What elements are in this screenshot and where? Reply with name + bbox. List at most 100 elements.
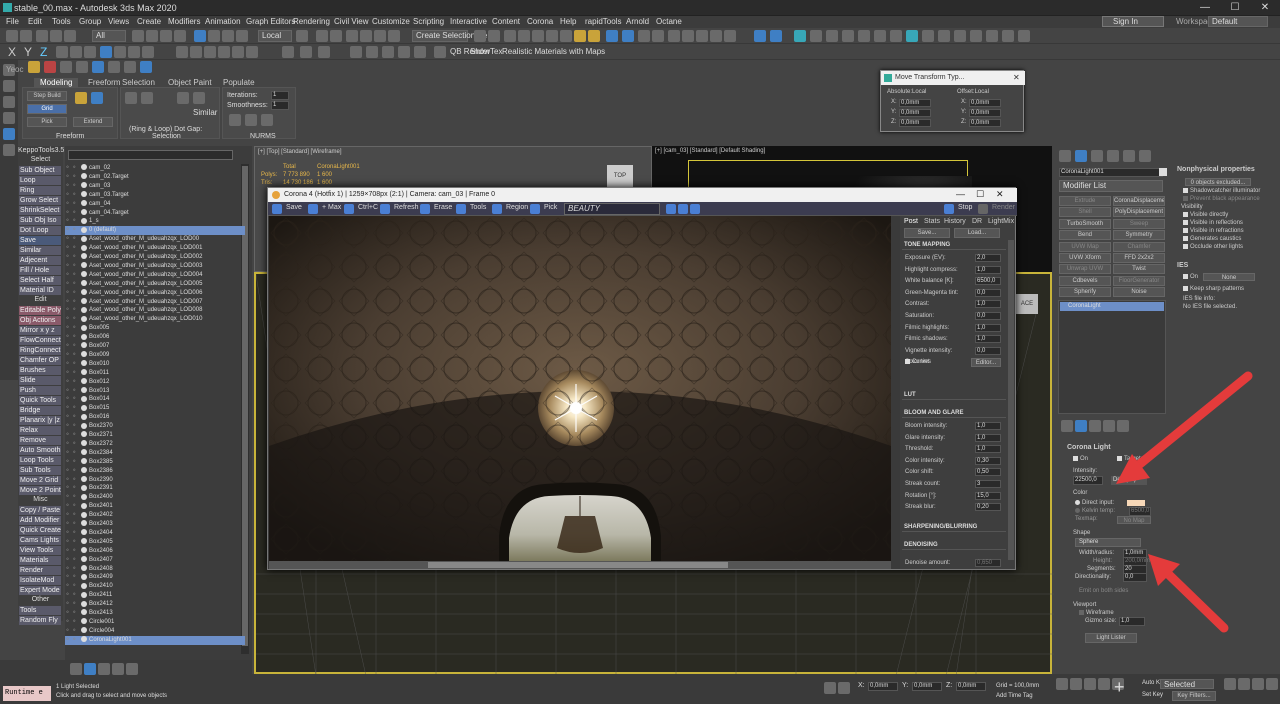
tone-value-field[interactable]: 0,0 bbox=[975, 288, 1001, 297]
menu-civil-view[interactable]: Civil View bbox=[334, 17, 369, 26]
post-tab-dr[interactable]: DR bbox=[972, 218, 982, 225]
corona-converter-icon[interactable] bbox=[710, 30, 722, 42]
menu-arnold[interactable]: Arnold bbox=[626, 17, 649, 26]
scene-row[interactable]: ⚬ ⚬ Box009 bbox=[65, 351, 245, 360]
scene-row[interactable]: ⚬ ⚬ 0 (default) bbox=[65, 226, 245, 236]
toggle-layer-explorer-icon[interactable] bbox=[518, 30, 530, 42]
vfb-pick-icon[interactable] bbox=[530, 204, 540, 214]
x-coord-field[interactable]: 0,0mm bbox=[868, 682, 898, 691]
stop-icon[interactable] bbox=[944, 204, 954, 214]
step-build-button[interactable]: Step Build bbox=[27, 91, 67, 101]
quad-item[interactable]: Dot Loop bbox=[19, 226, 61, 235]
ribbon-tool-1[interactable] bbox=[28, 61, 40, 73]
modifier-button[interactable]: Unwrap UVW bbox=[1059, 264, 1111, 275]
corona-decal-icon[interactable] bbox=[842, 30, 854, 42]
tone-value-field[interactable]: 0,0 bbox=[975, 346, 1001, 355]
viewcube[interactable]: TOP bbox=[607, 165, 633, 187]
xy-plane-icon[interactable] bbox=[56, 46, 68, 58]
visibility-checkbox[interactable]: Generates caustics bbox=[1183, 236, 1241, 242]
menu-graph-editors[interactable]: Graph Editors bbox=[246, 17, 295, 26]
render-iterative-icon[interactable] bbox=[652, 30, 664, 42]
quad-item[interactable]: ShrinkSelect bbox=[19, 206, 61, 215]
object-color-swatch[interactable] bbox=[1159, 168, 1167, 176]
menu-rendering[interactable]: Rendering bbox=[293, 17, 330, 26]
configure-modifier-icon[interactable] bbox=[1117, 420, 1129, 432]
selection-lock-icon[interactable] bbox=[824, 682, 836, 694]
vfb-erase-button[interactable]: Erase bbox=[434, 204, 452, 211]
row-visibility-icons[interactable]: ⚬ ⚬ bbox=[65, 440, 81, 449]
quad-item[interactable]: Similar bbox=[19, 246, 61, 255]
abs-x-field[interactable]: 0,0mm bbox=[899, 99, 931, 107]
scene-row[interactable]: ⚬ ⚬ Box2372 bbox=[65, 440, 245, 449]
quad-item[interactable]: Brushes bbox=[19, 366, 61, 375]
modifier-button[interactable]: Sweep bbox=[1113, 218, 1165, 229]
emit-both-checkbox[interactable]: Emit on both sides bbox=[1079, 588, 1128, 594]
quad-item[interactable]: Push bbox=[19, 386, 61, 395]
vfb-erase-icon[interactable] bbox=[420, 204, 430, 214]
display-icon[interactable] bbox=[3, 128, 15, 140]
scene-row[interactable]: ⚬ ⚬ Box2409 bbox=[65, 573, 245, 582]
visibility-checkbox[interactable]: Visible in reflections bbox=[1183, 220, 1243, 226]
ribbon-tab-selection[interactable]: Selection bbox=[122, 78, 155, 87]
menu-file[interactable]: File bbox=[6, 17, 19, 26]
scene-row[interactable]: ⚬ ⚬ cam_03.Target bbox=[65, 191, 245, 200]
quad-item[interactable]: Quick Create bbox=[19, 526, 61, 535]
tone-mapping-header[interactable]: TONE MAPPING bbox=[902, 240, 1006, 250]
modifier-button[interactable]: FloorGenerator bbox=[1113, 275, 1165, 286]
select-by-name-icon[interactable] bbox=[146, 30, 158, 42]
scene-row[interactable]: ⚬ ⚬ Box016 bbox=[65, 413, 245, 422]
scene-row[interactable]: ⚬ ⚬ Aset_wood_other_M_udeuahzqx_LOD002 bbox=[65, 253, 245, 262]
vfb-region-icon[interactable] bbox=[492, 204, 502, 214]
rect-selection-icon[interactable] bbox=[160, 30, 172, 42]
light-select-icon[interactable] bbox=[1018, 30, 1030, 42]
row-visibility-icons[interactable]: ⚬ ⚬ bbox=[65, 476, 81, 485]
add-time-tag-button[interactable]: Add Time Tag bbox=[996, 693, 1033, 699]
vfb-region-button[interactable]: Region bbox=[506, 204, 528, 211]
yz-plane-icon[interactable] bbox=[84, 46, 96, 58]
scene-row[interactable]: ⚬ ⚬ Box2412 bbox=[65, 600, 245, 609]
checkbox-box[interactable] bbox=[1183, 188, 1188, 193]
pan-icon[interactable] bbox=[1252, 678, 1264, 690]
selection-filter-dropdown[interactable]: All bbox=[92, 30, 126, 42]
scene-row[interactable]: ⚬ ⚬ Box2391 bbox=[65, 484, 245, 493]
explorer-tool-1[interactable] bbox=[70, 663, 82, 675]
render-play-icon[interactable] bbox=[978, 204, 988, 214]
minimize-button[interactable]: — bbox=[1190, 0, 1220, 16]
scene-row[interactable]: ⚬ ⚬ Aset_wood_other_M_udeuahzqx_LOD00 bbox=[65, 235, 245, 244]
checkbox-box[interactable] bbox=[1183, 236, 1188, 241]
bloom-header[interactable]: BLOOM AND GLARE bbox=[902, 408, 1006, 418]
named-selection-dropdown[interactable]: Create Selection Se bbox=[412, 30, 487, 42]
pick-button[interactable]: Pick bbox=[27, 117, 67, 127]
quad-item[interactable]: Materials bbox=[19, 556, 61, 565]
viewcube-side[interactable]: ACE bbox=[1016, 294, 1038, 314]
remove-modifier-icon[interactable] bbox=[1103, 420, 1115, 432]
direct-input-swatch[interactable] bbox=[1127, 500, 1145, 506]
scene-row[interactable]: ⚬ ⚬ Box2407 bbox=[65, 556, 245, 565]
modifier-button[interactable]: PolyDisplacement bbox=[1113, 207, 1165, 218]
post-save-button[interactable]: Save... bbox=[904, 228, 950, 238]
light-mix-icon[interactable] bbox=[1002, 30, 1014, 42]
post-tab-post[interactable]: Post bbox=[904, 218, 918, 225]
curves-editor-button[interactable]: Editor... bbox=[971, 358, 1001, 367]
zoom-out-icon[interactable] bbox=[678, 204, 688, 214]
scene-row[interactable]: ⚬ ⚬ Box2410 bbox=[65, 582, 245, 591]
checkbox-box[interactable] bbox=[1183, 228, 1188, 233]
realistic-materials-label[interactable]: Realistic Materials with Maps bbox=[502, 47, 605, 56]
keyboard-shortcut-icon[interactable] bbox=[330, 30, 342, 42]
ribbon-tab-populate[interactable]: Populate bbox=[223, 78, 255, 87]
dome-light-icon[interactable] bbox=[986, 30, 998, 42]
ribbon-tab-object-paint[interactable]: Object Paint bbox=[168, 78, 212, 87]
post-load-button[interactable]: Load... bbox=[954, 228, 1000, 238]
qb-render-icon[interactable] bbox=[434, 46, 446, 58]
ies-on-checkbox[interactable]: On bbox=[1183, 274, 1198, 280]
ribbon-tool-8[interactable] bbox=[140, 61, 152, 73]
display-tab-icon[interactable] bbox=[1123, 150, 1135, 162]
nonphysical-title[interactable]: Nonphysical properties bbox=[1177, 166, 1255, 173]
row-visibility-icons[interactable]: ⚬ ⚬ bbox=[65, 511, 81, 520]
motion-tab-icon[interactable] bbox=[1107, 150, 1119, 162]
corona-distance-icon[interactable] bbox=[890, 30, 902, 42]
ies-title[interactable]: IES bbox=[1177, 262, 1188, 269]
shrink-icon[interactable] bbox=[141, 92, 153, 104]
snaps-icon[interactable] bbox=[346, 30, 358, 42]
abc-icon[interactable] bbox=[114, 46, 126, 58]
